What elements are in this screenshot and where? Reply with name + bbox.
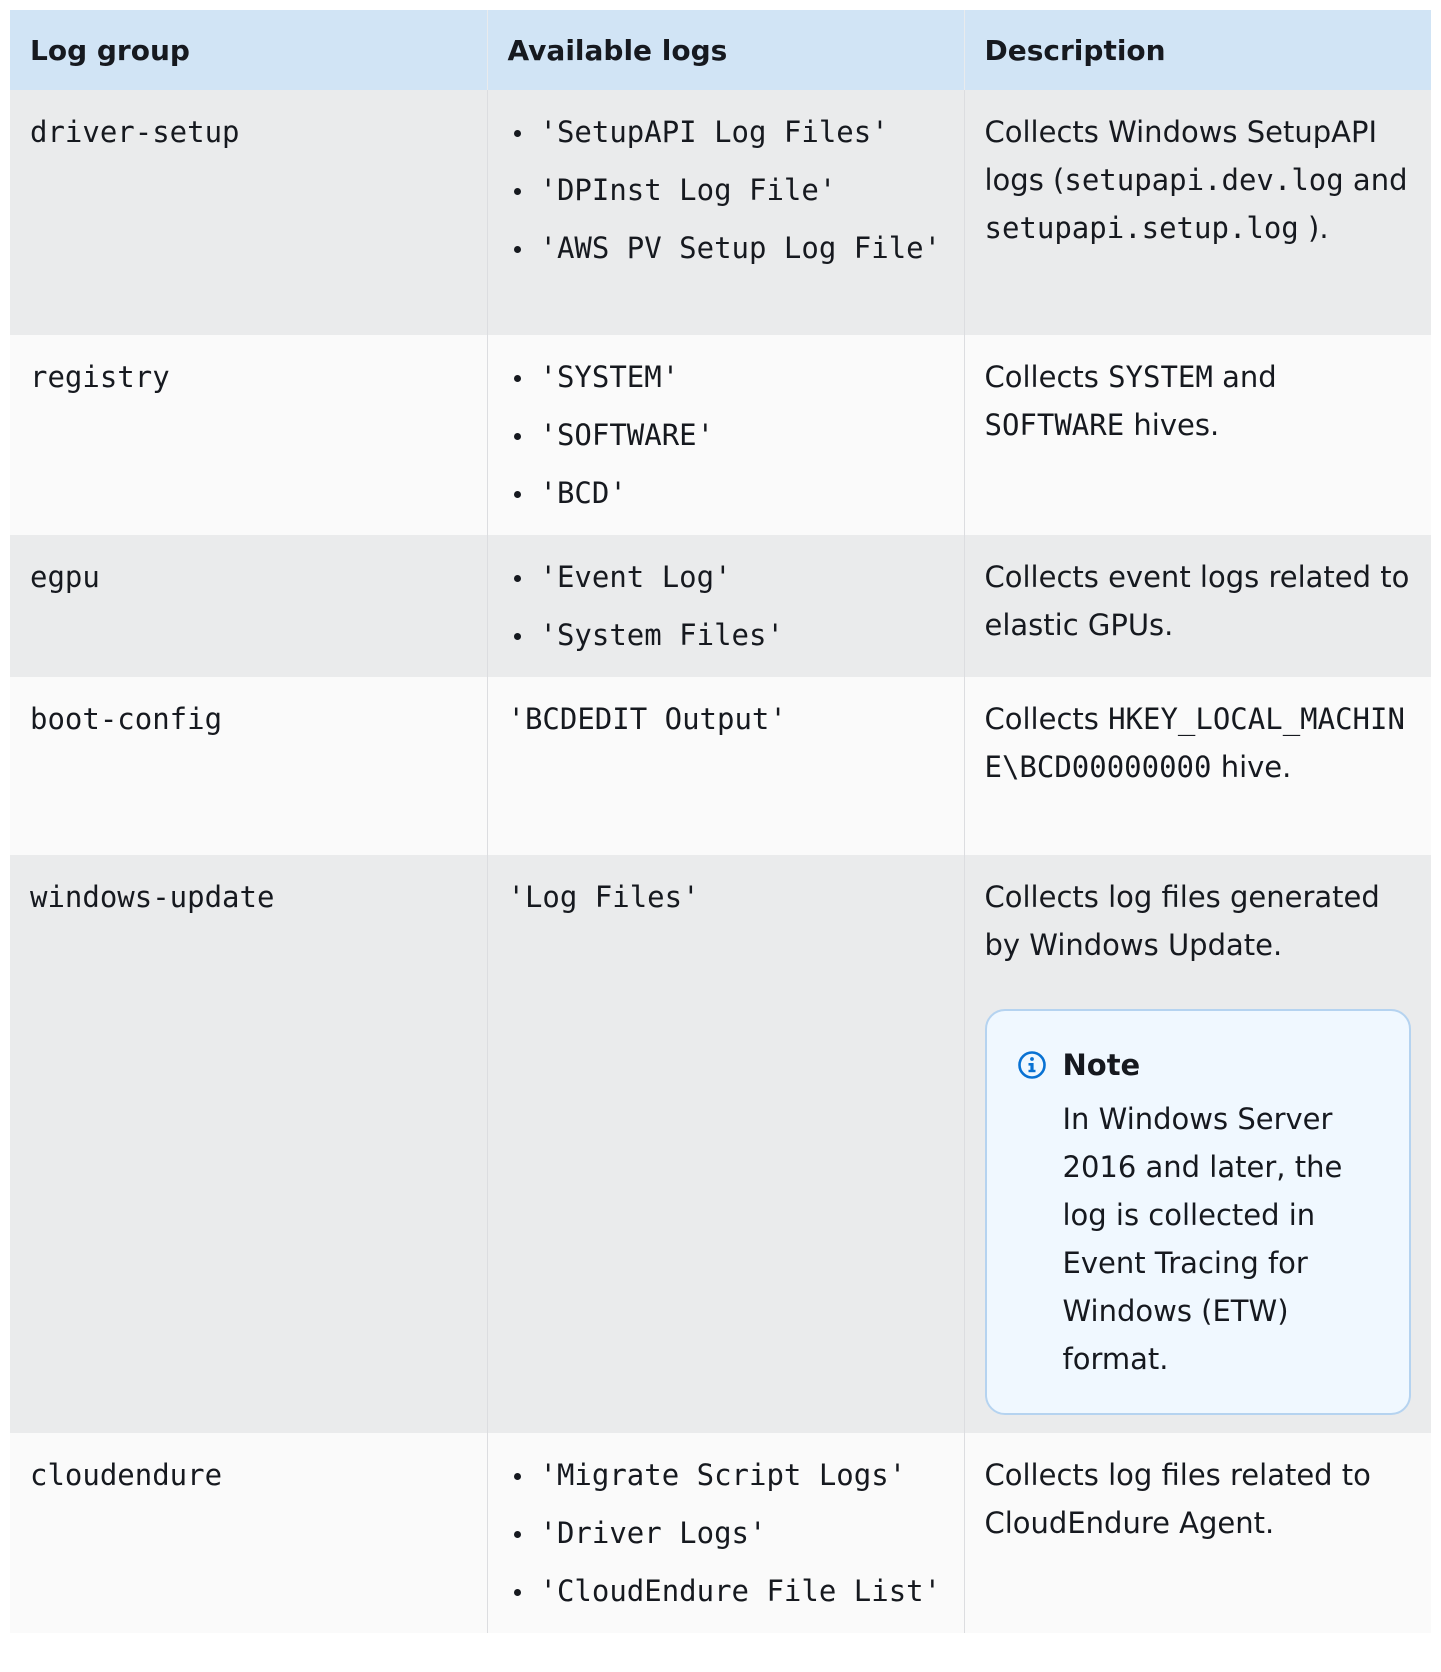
description-text: Collects (984, 360, 1109, 394)
note-callout: Note In Windows Server 2016 and later, t… (984, 1009, 1411, 1415)
available-logs-cell: 'Log Files' (487, 855, 965, 1433)
description-cell: Collects event logs related to elastic G… (964, 535, 1431, 677)
table-row: windows-update 'Log Files' Collects log … (10, 855, 1431, 1433)
available-logs-list: 'SetupAPI Log Files' 'DPInst Log File' '… (508, 108, 944, 272)
available-logs-cell: 'SetupAPI Log Files' 'DPInst Log File' '… (487, 90, 965, 335)
code-text: setupapi.dev.log (1064, 163, 1344, 197)
header-log-group: Log group (10, 10, 488, 90)
note-body: In Windows Server 2016 and later, the lo… (1062, 1102, 1343, 1376)
log-group-cell: registry (10, 335, 488, 535)
table-row: driver-setup 'SetupAPI Log Files' 'DPIns… (10, 90, 1431, 335)
note-title: Note (1062, 1048, 1141, 1082)
code-text: SYSTEM (1108, 360, 1213, 394)
available-logs-list: 'Event Log' 'System Files' (508, 553, 944, 659)
list-item: 'Event Log' (513, 553, 944, 601)
list-item: 'System Files' (513, 611, 944, 659)
table-header-row: Log group Available logs Description (10, 10, 1431, 90)
description-text: and (1212, 360, 1277, 394)
header-available-logs: Available logs (487, 10, 965, 90)
list-item: 'SOFTWARE' (513, 411, 944, 459)
log-group-cell: windows-update (10, 855, 488, 1433)
available-logs-list: 'SYSTEM' 'SOFTWARE' 'BCD' (508, 353, 944, 517)
description-cell: Collects log files generated by Windows … (964, 855, 1431, 1433)
description-text: hive. (1211, 750, 1292, 784)
description-cell: Collects log files related to CloudEndur… (964, 1433, 1431, 1633)
table-row: egpu 'Event Log' 'System Files' Collects… (10, 535, 1431, 677)
list-item: 'SYSTEM' (513, 353, 944, 401)
description-cell: Collects Windows SetupAPI logs (setupapi… (964, 90, 1431, 335)
available-logs-cell: 'Event Log' 'System Files' (487, 535, 965, 677)
table-row: boot-config 'BCDEDIT Output' Collects HK… (10, 677, 1431, 855)
description-cell: Collects SYSTEM and SOFTWARE hives. (964, 335, 1431, 535)
table-row: registry 'SYSTEM' 'SOFTWARE' 'BCD' Colle… (10, 335, 1431, 535)
list-item: 'BCD' (513, 469, 944, 517)
list-item: 'Migrate Script Logs' (513, 1451, 944, 1499)
code-text: setupapi.setup.log (984, 211, 1299, 245)
available-logs-cell: 'SYSTEM' 'SOFTWARE' 'BCD' (487, 335, 965, 535)
description-text: Collects (984, 702, 1109, 736)
log-group-cell: boot-config (10, 677, 488, 855)
log-groups-table-container: Log group Available logs Description dri… (10, 10, 1431, 1633)
description-text: ). (1298, 211, 1329, 245)
note-header: Note (1017, 1041, 1390, 1089)
list-item: 'Driver Logs' (513, 1509, 944, 1557)
description-text: hives. (1124, 408, 1220, 442)
list-item: 'AWS PV Setup Log File' (513, 224, 944, 272)
list-item: 'CloudEndure File List' (513, 1567, 944, 1615)
available-logs-cell: 'BCDEDIT Output' (487, 677, 965, 855)
description-cell: Collects HKEY_LOCAL_MACHINE\BCD00000000 … (964, 677, 1431, 855)
list-item: 'DPInst Log File' (513, 166, 944, 214)
info-icon (1017, 1050, 1047, 1080)
log-group-cell: egpu (10, 535, 488, 677)
description-text: Collects log files generated by Windows … (984, 880, 1380, 962)
table-row: cloudendure 'Migrate Script Logs' 'Drive… (10, 1433, 1431, 1633)
header-description: Description (964, 10, 1431, 90)
description-text: and (1343, 163, 1408, 197)
log-group-cell: driver-setup (10, 90, 488, 335)
log-group-cell: cloudendure (10, 1433, 488, 1633)
available-logs-list: 'Migrate Script Logs' 'Driver Logs' 'Clo… (508, 1451, 944, 1615)
log-groups-table: Log group Available logs Description dri… (10, 10, 1431, 1633)
available-logs-cell: 'Migrate Script Logs' 'Driver Logs' 'Clo… (487, 1433, 965, 1633)
list-item: 'SetupAPI Log Files' (513, 108, 944, 156)
code-text: SOFTWARE (984, 408, 1125, 442)
